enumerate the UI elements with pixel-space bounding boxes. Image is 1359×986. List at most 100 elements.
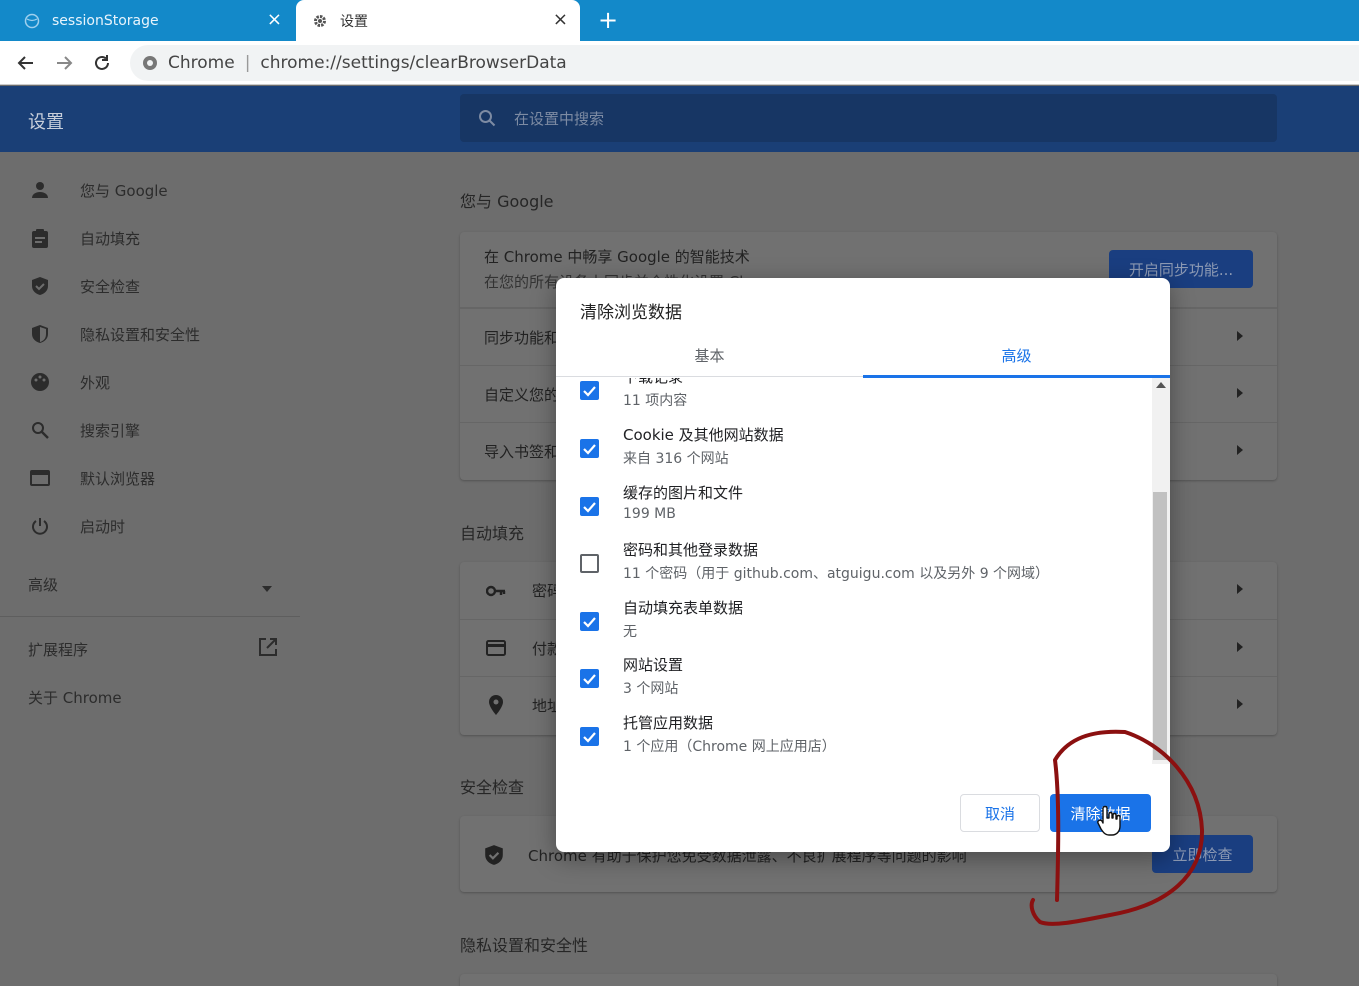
item-title: 密码和其他登录数据 [623, 541, 759, 559]
sidebar-item-privacy[interactable]: 隐私设置和安全性 [0, 310, 300, 358]
cancel-button[interactable]: 取消 [960, 794, 1040, 832]
chrome-icon [143, 56, 157, 70]
sidebar-item-safety-check[interactable]: 安全检查 [0, 262, 300, 310]
checkmark-icon [583, 674, 596, 685]
sidebar-item-you-google[interactable]: 您与 Google [0, 166, 300, 214]
palette-icon [28, 370, 52, 394]
list-item-cached-images: 缓存的图片和文件 199 MB [556, 482, 1152, 540]
search-icon [28, 418, 52, 442]
back-button[interactable] [12, 49, 40, 77]
dialog-title: 清除浏览数据 [580, 303, 682, 323]
data-type-list: 下载记录 11 项内容 Cookie 及其他网站数据 来自 316 个网站 缓存… [556, 378, 1152, 764]
checkbox-hosted-app-data[interactable] [580, 727, 599, 746]
chevron-right-icon [1237, 386, 1243, 402]
tab-advanced[interactable]: 高级 [863, 334, 1170, 378]
section-title-safety-check: 安全检查 [460, 778, 525, 797]
sidebar-extensions-label: 扩展程序 [28, 640, 89, 659]
sidebar-item-label: 启动时 [80, 517, 126, 536]
sidebar-about-label: 关于 Chrome [28, 688, 122, 707]
item-subtitle: 199 MB [623, 506, 676, 522]
tab-sessionstorage[interactable]: sessionStorage × [0, 0, 294, 41]
sidebar-item-appearance[interactable]: 外观 [0, 358, 300, 406]
scroll-up-arrow-icon[interactable] [1156, 382, 1166, 388]
person-icon [28, 178, 52, 202]
section-title-autofill: 自动填充 [460, 524, 525, 543]
item-subtitle: 3 个网站 [623, 681, 679, 697]
sidebar-item-label: 搜索引擎 [80, 421, 141, 440]
checkmark-icon [583, 386, 596, 397]
tab-strip: sessionStorage × 设置 × + [0, 0, 1359, 41]
checkbox-autofill-form[interactable] [580, 612, 599, 631]
shield-check-icon [28, 274, 52, 298]
settings-search-input[interactable]: 在设置中搜索 [460, 94, 1277, 142]
sidebar-advanced[interactable]: 高级 [0, 560, 300, 608]
clear-data-button[interactable]: 清除数据 [1050, 794, 1151, 832]
settings-header: 设置 在设置中搜索 [0, 86, 1359, 152]
checkmark-icon [583, 444, 596, 455]
new-tab-button[interactable]: + [598, 6, 618, 34]
checkbox-passwords[interactable] [580, 554, 599, 573]
search-placeholder: 在设置中搜索 [514, 109, 605, 128]
key-icon [484, 585, 508, 597]
dialog-scrollbar[interactable] [1152, 378, 1170, 764]
clear-browsing-data-dialog: 清除浏览数据 基本 高级 下载记录 11 项内容 Cookie 及其他网站数据 … [556, 278, 1170, 852]
close-tab-icon[interactable]: × [553, 10, 568, 30]
sidebar-divider [0, 616, 300, 617]
tab-settings[interactable]: 设置 × [296, 0, 580, 41]
list-item-passwords: 密码和其他登录数据 11 个密码（用于 github.com、atguigu.c… [556, 539, 1152, 597]
section-title-privacy: 隐私设置和安全性 [460, 936, 589, 955]
power-icon [28, 514, 52, 538]
sidebar-item-autofill[interactable]: 自动填充 [0, 214, 300, 262]
sidebar-extensions[interactable]: 扩展程序 [0, 625, 300, 673]
caret-down-icon [262, 578, 272, 596]
sidebar-about-chrome[interactable]: 关于 Chrome [0, 673, 300, 721]
checkbox-site-settings[interactable] [580, 669, 599, 688]
checkbox-download-history[interactable] [580, 381, 599, 400]
item-subtitle: 来自 316 个网站 [623, 451, 729, 467]
sidebar-item-default-browser[interactable]: 默认浏览器 [0, 454, 300, 502]
sidebar-advanced-label: 高级 [28, 575, 59, 594]
close-tab-icon[interactable]: × [267, 10, 282, 30]
chevron-right-icon [1237, 697, 1243, 713]
gear-icon [312, 13, 328, 29]
browser-toolbar: Chrome | chrome://settings/clearBrowserD… [0, 41, 1359, 85]
address-url: chrome://settings/clearBrowserData [260, 53, 567, 73]
forward-button[interactable] [50, 49, 78, 77]
sidebar-item-label: 隐私设置和安全性 [80, 325, 201, 344]
scrollbar-thumb[interactable] [1153, 492, 1167, 760]
sidebar-item-search-engine[interactable]: 搜索引擎 [0, 406, 300, 454]
list-item-download-history: 下载记录 11 项内容 [556, 378, 1152, 424]
checkmark-icon [583, 502, 596, 513]
address-separator: | [244, 53, 251, 73]
checkbox-cached-images[interactable] [580, 497, 599, 516]
chevron-right-icon [1237, 640, 1243, 656]
item-subtitle: 11 项内容 [623, 393, 688, 409]
credit-card-icon [484, 640, 508, 656]
sidebar-item-label: 您与 Google [80, 181, 168, 200]
chevron-right-icon [1237, 329, 1243, 345]
search-icon [479, 110, 496, 127]
arrow-left-icon [17, 56, 33, 70]
item-title: Cookie 及其他网站数据 [623, 426, 784, 444]
item-subtitle: 无 [623, 624, 637, 640]
item-title: 下载记录 [623, 378, 683, 387]
reload-icon [95, 55, 109, 70]
list-item-cookies: Cookie 及其他网站数据 来自 316 个网站 [556, 424, 1152, 482]
list-item-site-settings: 网站设置 3 个网站 [556, 654, 1152, 712]
address-bar[interactable]: Chrome | chrome://settings/clearBrowserD… [130, 45, 1359, 81]
item-title: 托管应用数据 [623, 714, 714, 732]
tab-label: 设置 [340, 13, 368, 30]
reload-button[interactable] [88, 49, 116, 77]
shield-icon [28, 322, 52, 346]
sidebar-item-on-startup[interactable]: 启动时 [0, 502, 300, 550]
item-title: 自动填充表单数据 [623, 599, 744, 617]
sidebar-item-label: 默认浏览器 [80, 469, 156, 488]
address-site: Chrome [168, 53, 235, 73]
list-item-autofill-form: 自动填充表单数据 无 [556, 597, 1152, 655]
open-external-icon [258, 637, 278, 661]
section-title-you-google: 您与 Google [460, 192, 554, 211]
dialog-tabs: 基本 高级 [556, 334, 1170, 378]
tab-basic[interactable]: 基本 [556, 334, 863, 377]
checkbox-cookies[interactable] [580, 439, 599, 458]
shield-check-icon [484, 844, 508, 866]
